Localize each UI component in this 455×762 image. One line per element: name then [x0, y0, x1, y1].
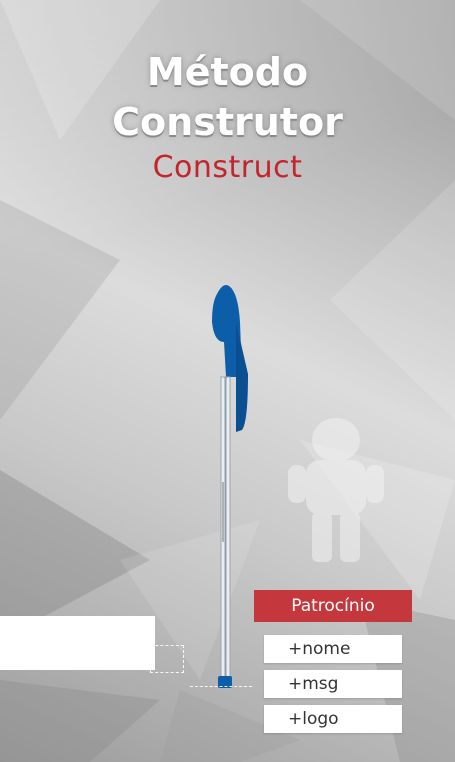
sponsor-header: Patrocínio	[254, 590, 412, 622]
title-line-2: Construtor	[112, 100, 343, 144]
subtitle: Construct	[152, 150, 303, 185]
astronaut-figure	[288, 418, 384, 562]
sponsor-field-name[interactable]: +nome	[264, 635, 402, 663]
title-line-1: Método	[146, 50, 309, 94]
dashed-frame-left	[150, 645, 184, 673]
pen-icon	[212, 285, 248, 688]
sponsor-field-msg[interactable]: +msg	[264, 670, 402, 698]
dashed-line-bottom	[190, 686, 252, 688]
sponsor-field-logo[interactable]: +logo	[264, 705, 402, 733]
video-frame: Método Construtor Construct Patrocínio +…	[0, 0, 455, 762]
blank-white-box	[0, 616, 155, 670]
